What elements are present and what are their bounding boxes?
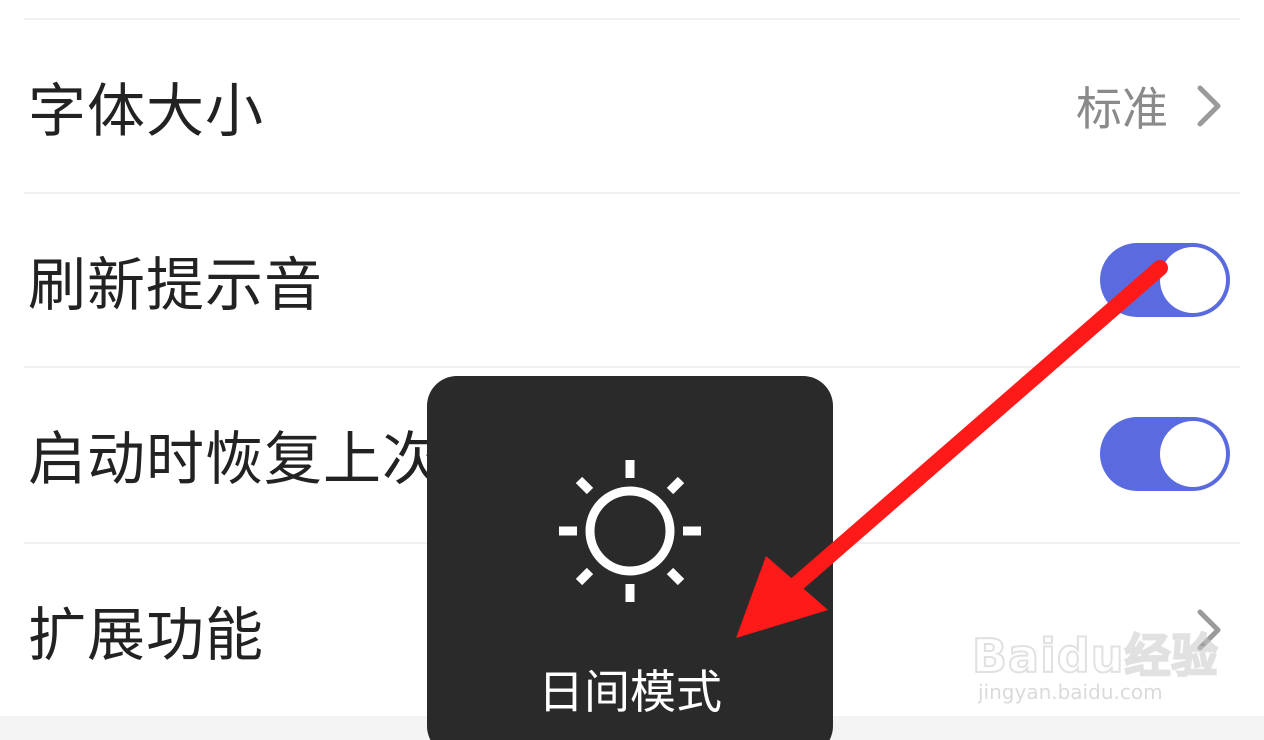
toggle-knob bbox=[1160, 421, 1226, 487]
watermark-logo: Baidu经验 bbox=[971, 628, 1219, 684]
day-mode-label: 日间模式 bbox=[538, 665, 722, 719]
refresh-sound-label: 刷新提示音 bbox=[28, 251, 324, 319]
sun-icon bbox=[559, 460, 701, 602]
baidu-watermark: Baidu经验 jingyan.baidu.com bbox=[968, 600, 1219, 710]
font-size-value: 标准 bbox=[1076, 82, 1168, 136]
refresh-sound-toggle[interactable] bbox=[1100, 243, 1230, 317]
watermark-url: jingyan.baidu.com bbox=[978, 680, 1163, 704]
toggle-knob bbox=[1160, 247, 1226, 313]
settings-row-refresh-sound[interactable]: 刷新提示音 bbox=[0, 194, 1264, 366]
font-size-label: 字体大小 bbox=[28, 77, 265, 145]
settings-row-font-size[interactable]: 字体大小 标准 bbox=[0, 20, 1264, 192]
day-mode-toast[interactable]: 日间模式 bbox=[427, 376, 833, 740]
settings-page: 字体大小 标准 刷新提示音 启动时恢复上次浏览的网页 扩展功能 日间模式 Bai… bbox=[0, 0, 1264, 740]
restore-pages-toggle[interactable] bbox=[1100, 417, 1230, 491]
extensions-label: 扩展功能 bbox=[28, 601, 265, 669]
chevron-right-icon bbox=[1197, 85, 1221, 127]
